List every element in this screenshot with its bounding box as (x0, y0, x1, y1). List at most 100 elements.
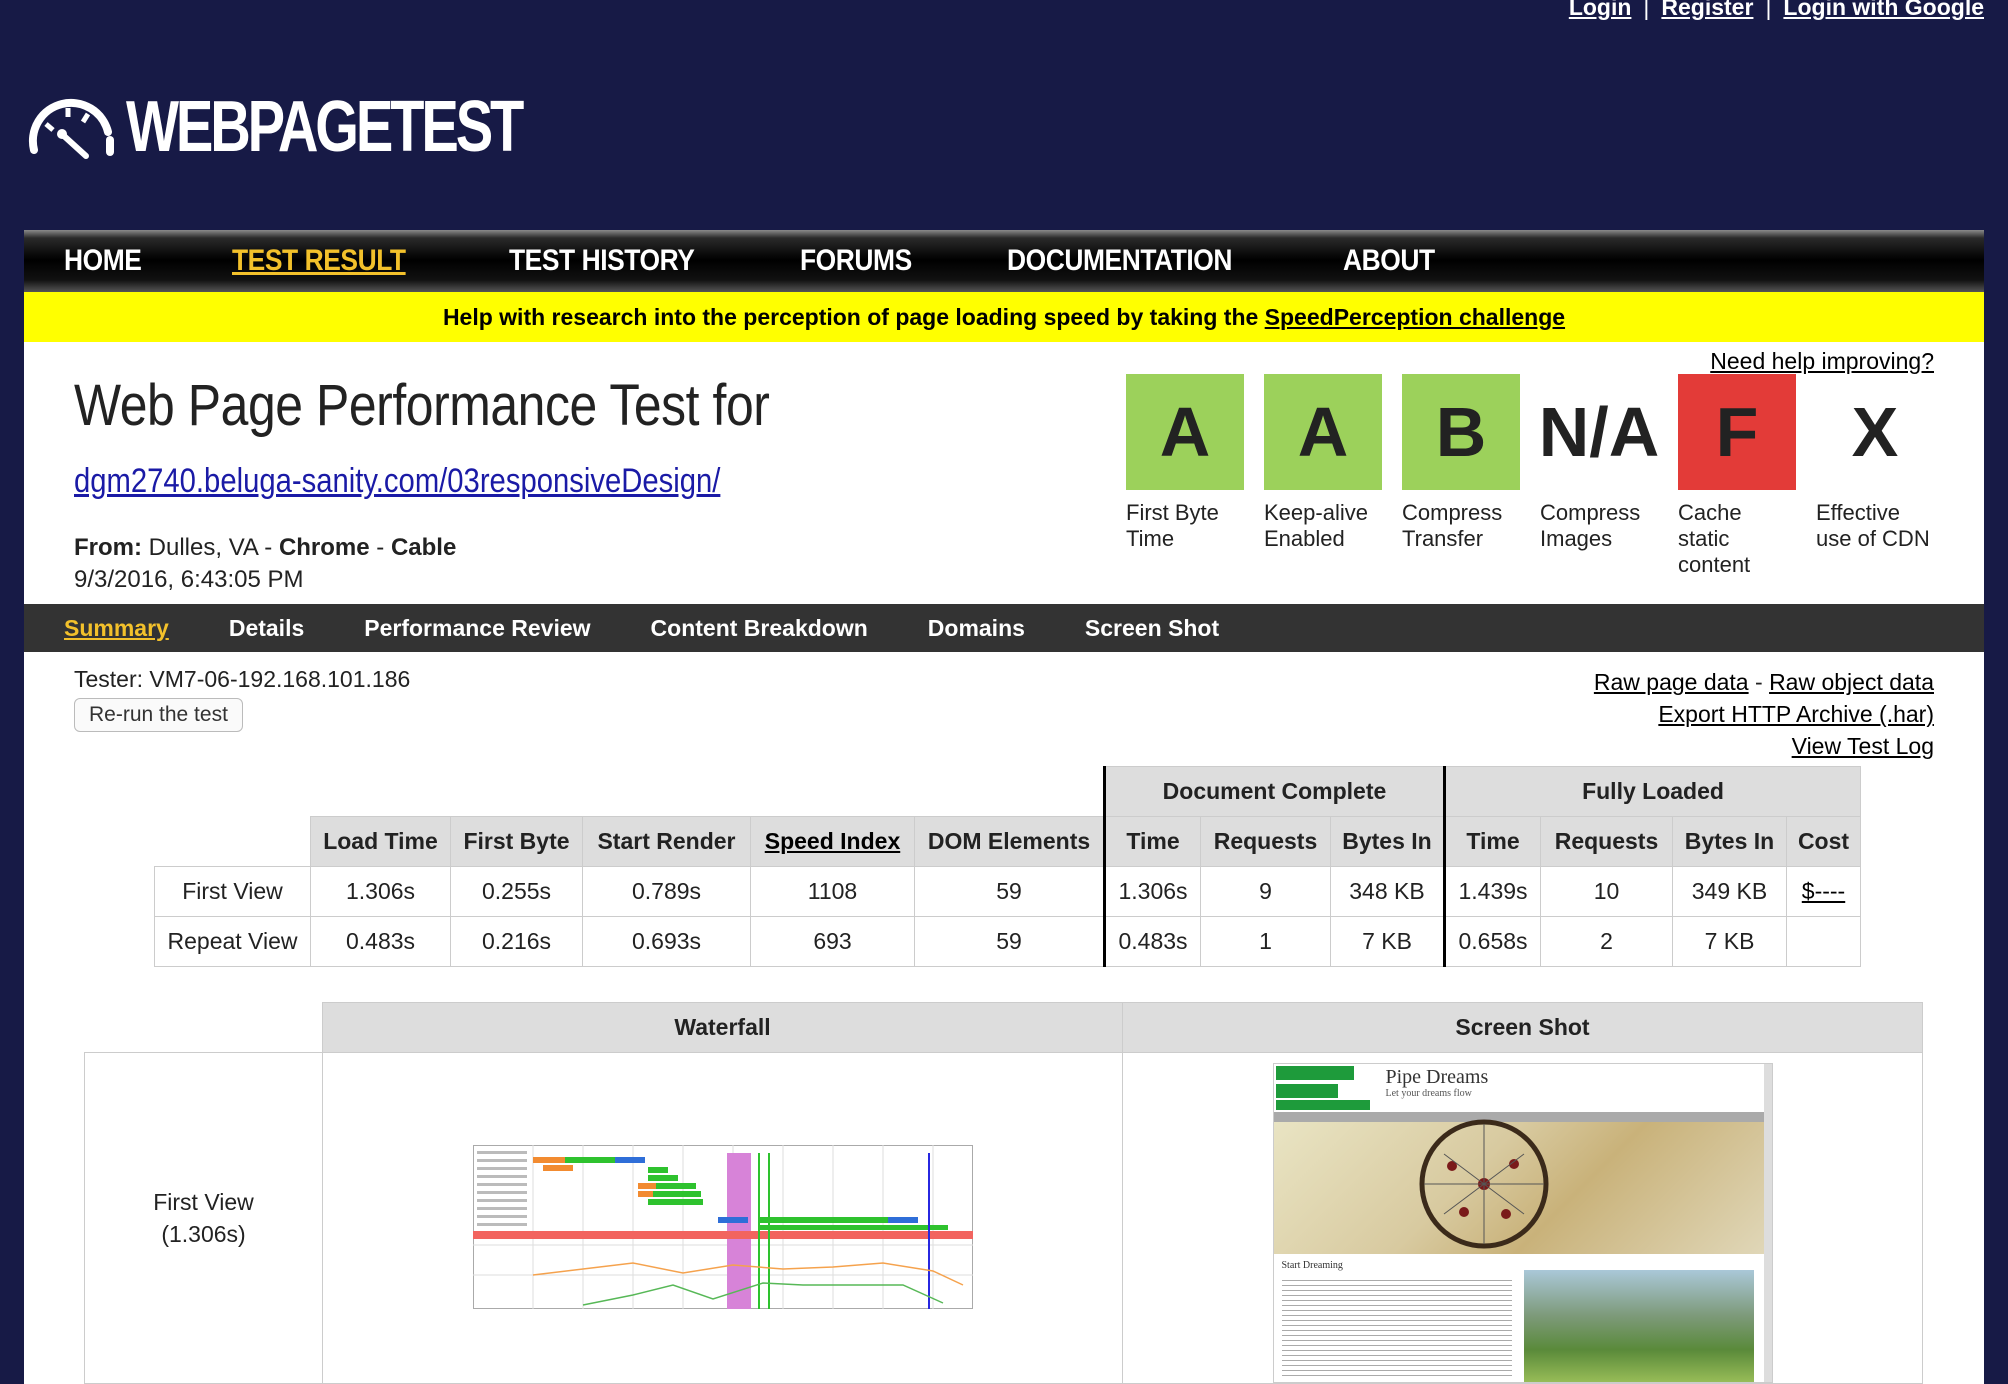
tab-screen-shot[interactable]: Screen Shot (1085, 615, 1219, 642)
logo[interactable]: WEBPAGETEST (26, 86, 633, 168)
screenshot-site-subtitle: Let your dreams flow (1385, 1088, 1472, 1099)
tab-summary[interactable]: Summary (64, 615, 169, 642)
connection: Cable (390, 534, 457, 561)
raw-dash: - (1748, 669, 1770, 695)
nav-about[interactable]: ABOUT (1343, 244, 1435, 278)
register-link[interactable]: Register (1661, 0, 1753, 20)
waterfall-thumb[interactable] (322, 1052, 1123, 1384)
screenshot-header: Screen Shot (1122, 1002, 1923, 1053)
grade-compress-transfer[interactable]: B Compress Transfer (1402, 374, 1540, 578)
col-start-render: Start Render (582, 816, 751, 867)
auth-links: Login | Register | Login with Google (1569, 0, 1984, 21)
speedometer-icon (28, 98, 114, 159)
cell: 0.658s (1443, 916, 1541, 967)
raw-links: Raw page data - Raw object data Export H… (1594, 666, 1934, 762)
cell: 0.216s (450, 916, 583, 967)
grade-cdn[interactable]: X Effective use of CDN (1816, 374, 1954, 578)
waterfall-header: Waterfall (322, 1002, 1123, 1053)
col-full-bytes: Bytes In (1672, 816, 1787, 867)
dreamcatcher-image (1419, 1119, 1548, 1249)
grade-box: A (1264, 374, 1382, 490)
cost-link[interactable]: $---- (1802, 878, 1845, 904)
table-row: Repeat View 0.483s 0.216s 0.693s 693 59 … (154, 916, 1861, 967)
grade-first-byte[interactable]: A First Byte Time (1126, 374, 1264, 578)
speedperception-link[interactable]: SpeedPerception challenge (1265, 304, 1565, 330)
cell: 1.306s (310, 866, 451, 917)
col-speed-index[interactable]: Speed Index (750, 816, 915, 867)
cell: 348 KB (1330, 866, 1445, 917)
logo-text: WEBPAGETEST (126, 87, 524, 167)
media-table: Waterfall Screen Shot First View (1.306s… (84, 1002, 1923, 1384)
cell: 0.693s (582, 916, 751, 967)
browser: Chrome (278, 534, 370, 561)
login-link[interactable]: Login (1569, 0, 1632, 20)
grade-box: N/A (1538, 393, 1660, 471)
login-google-link[interactable]: Login with Google (1783, 0, 1984, 20)
rerun-button[interactable]: Re-run the test (74, 698, 243, 732)
grade-label: Cache static content (1678, 500, 1751, 577)
cell: 59 (914, 866, 1105, 917)
tester-info: Tester: VM7-06-192.168.101.186 (74, 666, 411, 692)
export-har-link[interactable]: Export HTTP Archive (.har) (1658, 701, 1934, 727)
grades: A First Byte Time A Keep-alive Enabled B C… (1126, 374, 1954, 578)
grade-label: Keep-alive Enabled (1264, 500, 1368, 551)
col-doc-time: Time (1103, 816, 1201, 867)
raw-object-data-link[interactable]: Raw object data (1769, 669, 1934, 695)
cell: 59 (914, 916, 1105, 967)
raw-page-data-link[interactable]: Raw page data (1594, 669, 1749, 695)
screenshot-image[interactable]: Pipe Dreams Let your dreams flow Start D… (1272, 1063, 1773, 1383)
cell: 693 (750, 916, 915, 967)
waterfall-thumbnail[interactable] (472, 1145, 973, 1309)
grade-label: Compress Images (1540, 500, 1641, 551)
screenshot-site-title: Pipe Dreams (1385, 1066, 1489, 1088)
test-datetime: 9/3/2016, 6:43:05 PM (74, 566, 304, 593)
tab-content-breakdown[interactable]: Content Breakdown (651, 615, 868, 642)
grade-compress-images[interactable]: N/A Compress Images (1538, 374, 1678, 578)
nav-documentation[interactable]: DOCUMENTATION (1007, 244, 1232, 278)
view-test-log-link[interactable]: View Test Log (1792, 733, 1934, 759)
announcement-banner: Help with research into the perception o… (24, 292, 1984, 342)
main-container: HOME TEST RESULT TEST HISTORY FORUMS DOC… (24, 230, 1984, 1384)
grade-label: First Byte Time (1126, 500, 1219, 551)
grade-cache-static[interactable]: F Cache static content (1678, 374, 1816, 578)
row-label: Repeat View (154, 916, 311, 967)
banner-text: Help with research into the perception o… (442, 304, 1265, 330)
media-row-label: First View (1.306s) (84, 1052, 323, 1384)
tab-performance-review[interactable]: Performance Review (364, 615, 590, 642)
group-fully-loaded: Fully Loaded (1443, 766, 1861, 817)
cell: 9 (1200, 866, 1331, 917)
grade-keep-alive[interactable]: A Keep-alive Enabled (1264, 374, 1402, 578)
grade-label: Compress Transfer (1402, 500, 1503, 551)
col-cost: Cost (1786, 816, 1861, 867)
cell: 349 KB (1672, 866, 1787, 917)
nav-test-result[interactable]: TEST RESULT (232, 244, 406, 278)
tested-url-link[interactable]: dgm2740.beluga-sanity.com/03responsiveDe… (74, 462, 720, 501)
test-origin: From: Dulles, VA - Chrome - Cable 9/3/20… (74, 532, 456, 596)
col-doc-bytes: Bytes In (1330, 816, 1445, 867)
row-label: First View (154, 866, 311, 917)
need-help-link[interactable]: Need help improving? (1710, 348, 1934, 375)
nav-forums[interactable]: FORUMS (800, 244, 912, 278)
nav-home[interactable]: HOME (64, 244, 142, 278)
cell: 1.306s (1103, 866, 1201, 917)
col-load-time: Load Time (310, 816, 451, 867)
main-nav: HOME TEST RESULT TEST HISTORY FORUMS DOC… (24, 230, 1984, 292)
tab-details[interactable]: Details (229, 615, 304, 642)
auth-separator: | (1643, 0, 1650, 20)
cell: 2 (1540, 916, 1673, 967)
results-table: Document Complete Fully Loaded Load Time… (154, 766, 1861, 967)
result-tabs: Summary Details Performance Review Conte… (24, 604, 1984, 652)
col-first-byte: First Byte (450, 816, 583, 867)
cell: 0.255s (450, 866, 583, 917)
location: Dulles, VA - (142, 534, 279, 561)
cell (1786, 916, 1861, 967)
screenshot-thumb[interactable]: Pipe Dreams Let your dreams flow Start D… (1122, 1052, 1923, 1384)
from-label: From: (74, 534, 142, 561)
nav-test-history[interactable]: TEST HISTORY (509, 244, 695, 278)
tab-domains[interactable]: Domains (928, 615, 1025, 642)
cell: 7 KB (1330, 916, 1445, 967)
cost-cell[interactable]: $---- (1786, 866, 1861, 917)
grade-box: B (1402, 374, 1520, 490)
col-full-requests: Requests (1540, 816, 1673, 867)
cell: 1 (1200, 916, 1331, 967)
